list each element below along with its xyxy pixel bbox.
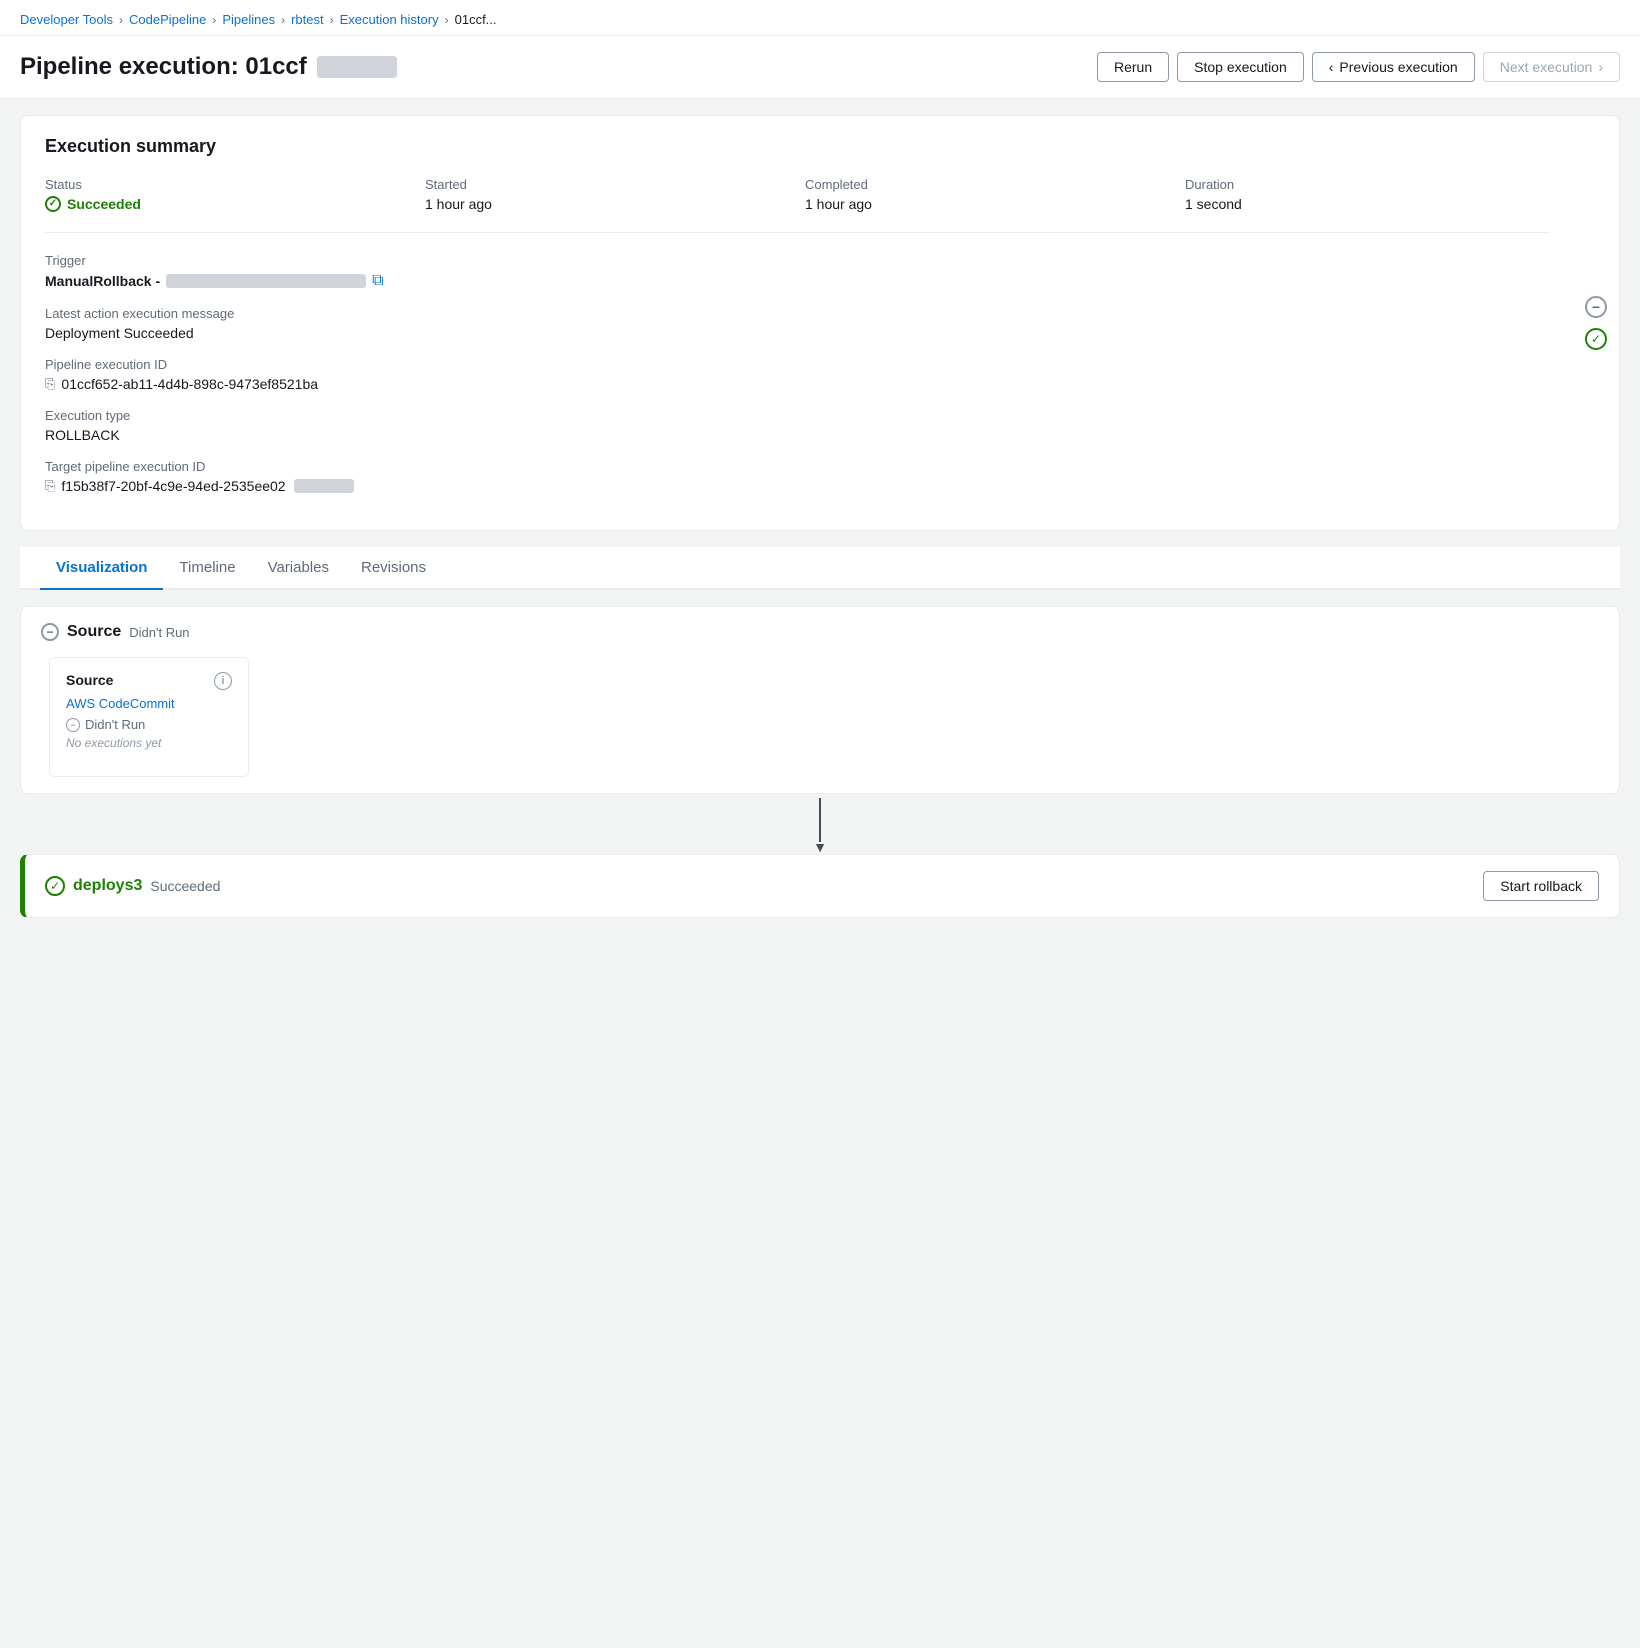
source-stage-status: Didn't Run bbox=[129, 625, 189, 640]
deploy-stage-status: Succeeded bbox=[150, 878, 220, 894]
execution-type-field: Execution type ROLLBACK bbox=[45, 408, 1549, 443]
execution-id-value: 01ccf652-ab11-4d4b-898c-9473ef8521ba bbox=[61, 376, 318, 392]
status-field: Status Succeeded bbox=[45, 177, 409, 212]
source-action-status-icon: − bbox=[66, 718, 80, 732]
target-id-blurred bbox=[294, 479, 354, 493]
breadcrumb-sep-1: › bbox=[119, 13, 123, 27]
tab-revisions[interactable]: Revisions bbox=[345, 547, 442, 590]
breadcrumb-rbtest[interactable]: rbtest bbox=[291, 12, 324, 27]
source-stage-name: Source bbox=[67, 623, 121, 641]
duration-label: Duration bbox=[1185, 177, 1549, 192]
deploy-stage: ✓ deploys3 Succeeded Start rollback bbox=[20, 854, 1620, 918]
status-succeeded-icon bbox=[45, 196, 61, 212]
status-label: Status bbox=[45, 177, 409, 192]
target-id-label: Target pipeline execution ID bbox=[45, 459, 1549, 474]
trigger-link-blurred bbox=[166, 274, 366, 288]
execution-id-field: Pipeline execution ID ⎘ 01ccf652-ab11-4d… bbox=[45, 357, 1549, 392]
execution-type-value: ROLLBACK bbox=[45, 427, 1549, 443]
source-stage: − Source Didn't Run Source i AWS CodeCom… bbox=[20, 606, 1620, 794]
start-rollback-button[interactable]: Start rollback bbox=[1483, 871, 1599, 901]
completed-value: 1 hour ago bbox=[805, 196, 1169, 212]
rerun-button[interactable]: Rerun bbox=[1097, 52, 1169, 82]
page-title-id-blur bbox=[317, 56, 397, 78]
breadcrumb-sep-2: › bbox=[212, 13, 216, 27]
external-link-icon[interactable]: ⧉ bbox=[372, 272, 383, 290]
breadcrumb-sep-4: › bbox=[330, 13, 334, 27]
tab-variables[interactable]: Variables bbox=[252, 547, 345, 590]
latest-action-label: Latest action execution message bbox=[45, 306, 1549, 321]
source-action-status: − Didn't Run bbox=[66, 717, 232, 732]
tab-visualization[interactable]: Visualization bbox=[40, 547, 163, 590]
source-action-header: Source i bbox=[66, 672, 232, 690]
started-value: 1 hour ago bbox=[425, 196, 789, 212]
breadcrumb-developer-tools[interactable]: Developer Tools bbox=[20, 12, 113, 27]
page-title-text: Pipeline execution: 01ccf bbox=[20, 53, 307, 81]
execution-summary-card: Execution summary Status Succeeded Start… bbox=[20, 115, 1620, 531]
target-id-row: ⎘ f15b38f7-20bf-4c9e-94ed-2535ee02 bbox=[45, 478, 1549, 494]
trigger-value-row: ManualRollback - ⧉ bbox=[45, 272, 1549, 290]
stop-execution-button[interactable]: Stop execution bbox=[1177, 52, 1304, 82]
started-label: Started bbox=[425, 177, 789, 192]
tabs: Visualization Timeline Variables Revisio… bbox=[20, 547, 1620, 590]
breadcrumb-pipelines[interactable]: Pipelines bbox=[222, 12, 275, 27]
previous-execution-button[interactable]: ‹ Previous execution bbox=[1312, 52, 1475, 82]
main-content: Execution summary Status Succeeded Start… bbox=[0, 99, 1640, 934]
source-info-icon[interactable]: i bbox=[214, 672, 232, 690]
target-copy-icon[interactable]: ⎘ bbox=[45, 478, 55, 494]
trigger-value: ManualRollback - bbox=[45, 273, 160, 289]
trigger-field: Trigger ManualRollback - ⧉ bbox=[45, 253, 1549, 290]
pipeline-visualization: − Source Didn't Run Source i AWS CodeCom… bbox=[20, 590, 1620, 918]
duration-field: Duration 1 second bbox=[1185, 177, 1549, 212]
deploy-stage-name: deploys3 bbox=[73, 877, 142, 895]
chevron-right-icon: › bbox=[1598, 59, 1603, 75]
breadcrumb-codepipeline[interactable]: CodePipeline bbox=[129, 12, 206, 27]
duration-value: 1 second bbox=[1185, 196, 1549, 212]
latest-action-field: Latest action execution message Deployme… bbox=[45, 306, 1549, 341]
deploy-stage-icon: ✓ bbox=[45, 876, 65, 896]
summary-title: Execution summary bbox=[45, 136, 1549, 157]
chevron-left-icon: ‹ bbox=[1329, 59, 1334, 75]
execution-id-row: ⎘ 01ccf652-ab11-4d4b-898c-9473ef8521ba bbox=[45, 376, 1549, 392]
breadcrumb-sep-5: › bbox=[445, 13, 449, 27]
source-provider-link[interactable]: AWS CodeCommit bbox=[66, 696, 232, 711]
target-id-field: Target pipeline execution ID ⎘ f15b38f7-… bbox=[45, 459, 1549, 494]
deploy-stage-header: ✓ deploys3 Succeeded Start rollback bbox=[45, 871, 1599, 901]
started-field: Started 1 hour ago bbox=[425, 177, 789, 212]
source-stage-header: − Source Didn't Run bbox=[41, 623, 1599, 641]
execution-id-label: Pipeline execution ID bbox=[45, 357, 1549, 372]
page-header: Pipeline execution: 01ccf Rerun Stop exe… bbox=[0, 36, 1640, 99]
breadcrumb-current: 01ccf... bbox=[455, 12, 497, 27]
next-execution-button[interactable]: Next execution › bbox=[1483, 52, 1620, 82]
header-actions: Rerun Stop execution ‹ Previous executio… bbox=[1097, 52, 1620, 82]
execution-type-label: Execution type bbox=[45, 408, 1549, 423]
summary-grid: Status Succeeded Started 1 hour ago Comp… bbox=[45, 177, 1549, 233]
breadcrumb: Developer Tools › CodePipeline › Pipelin… bbox=[0, 0, 1640, 36]
source-actions: Source i AWS CodeCommit − Didn't Run No … bbox=[41, 657, 1599, 777]
target-id-value: f15b38f7-20bf-4c9e-94ed-2535ee02 bbox=[61, 478, 285, 494]
side-indicator-minus: − bbox=[1585, 296, 1607, 318]
source-action-card: Source i AWS CodeCommit − Didn't Run No … bbox=[49, 657, 249, 777]
trigger-label: Trigger bbox=[45, 253, 1549, 268]
stage-arrow-connector: ▼ bbox=[20, 794, 1620, 854]
tab-timeline[interactable]: Timeline bbox=[163, 547, 251, 590]
status-value: Succeeded bbox=[45, 196, 409, 212]
deploy-stage-left: ✓ deploys3 Succeeded bbox=[45, 876, 220, 896]
breadcrumb-execution-history[interactable]: Execution history bbox=[340, 12, 439, 27]
breadcrumb-sep-3: › bbox=[281, 13, 285, 27]
source-action-name: Source bbox=[66, 672, 113, 688]
source-stage-icon: − bbox=[41, 623, 59, 641]
latest-action-value: Deployment Succeeded bbox=[45, 325, 1549, 341]
copy-icon[interactable]: ⎘ bbox=[45, 376, 55, 392]
source-executions-text: No executions yet bbox=[66, 736, 232, 750]
side-indicator-check: ✓ bbox=[1585, 328, 1607, 350]
completed-label: Completed bbox=[805, 177, 1169, 192]
page-title: Pipeline execution: 01ccf bbox=[20, 53, 397, 81]
completed-field: Completed 1 hour ago bbox=[805, 177, 1169, 212]
